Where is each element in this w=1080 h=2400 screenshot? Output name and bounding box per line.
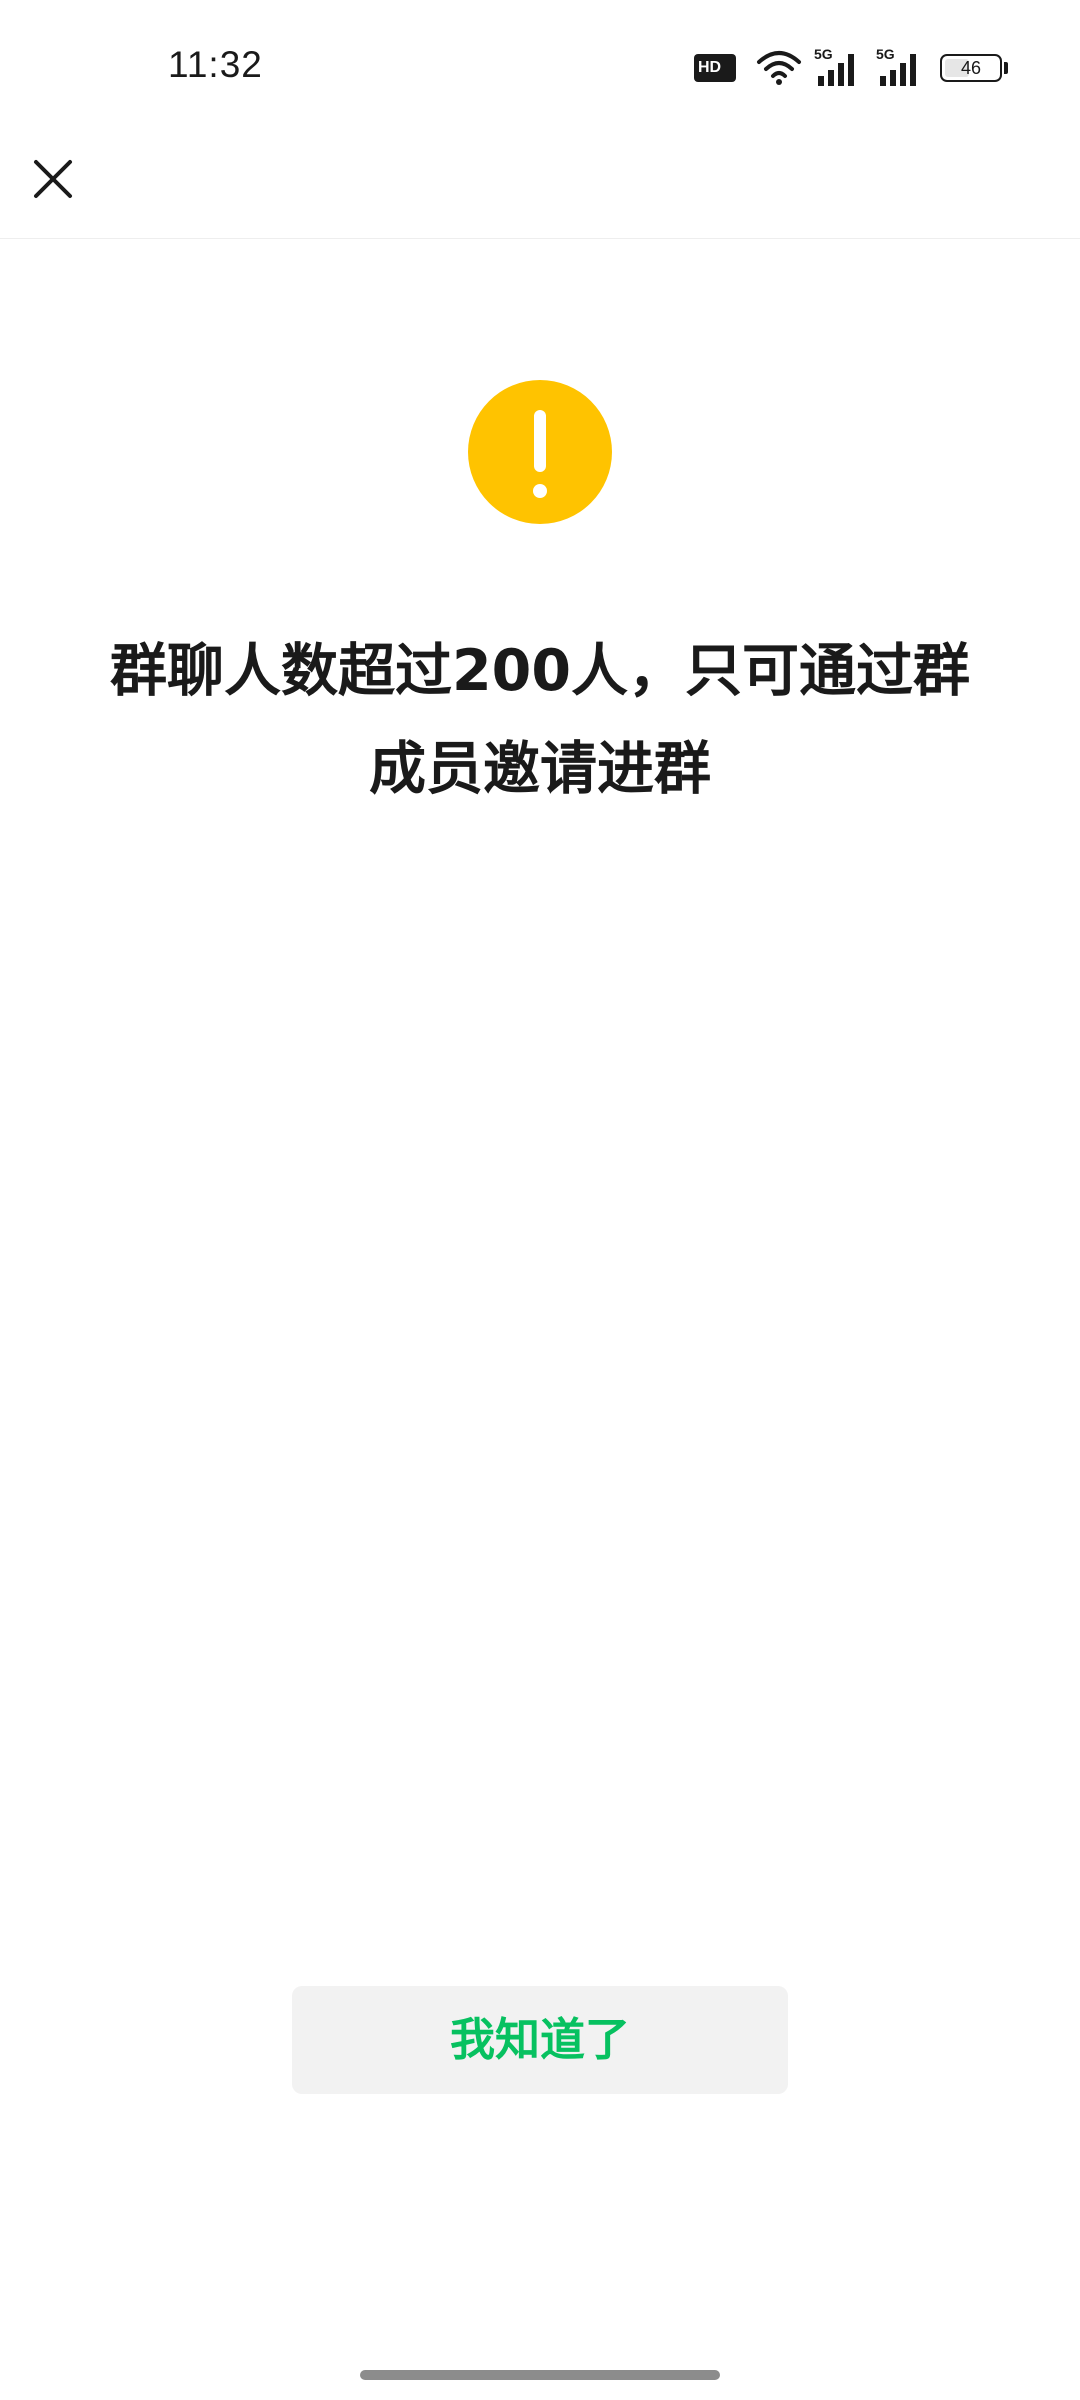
- screen: 11:32 HD 5G 5G 46 群聊人数超过200人，只可通过群成员邀请进群…: [0, 0, 1080, 2400]
- close-button[interactable]: [20, 146, 86, 212]
- status-icons: HD 5G 5G 46: [694, 46, 1014, 88]
- status-bar: 11:32 HD 5G 5G 46: [0, 0, 1080, 120]
- dialog-message: 群聊人数超过200人，只可通过群成员邀请进群: [110, 638, 970, 802]
- warning-icon-bar: [534, 410, 546, 472]
- signal-icon-1: 5G: [814, 46, 864, 88]
- warning-icon: [468, 380, 612, 524]
- signal-icon-2: 5G: [876, 46, 926, 88]
- battery-level-text: 46: [960, 58, 982, 78]
- confirm-button[interactable]: 我知道了: [292, 1986, 788, 2094]
- warning-icon-dot: [533, 484, 547, 498]
- wifi-icon: [757, 51, 801, 85]
- close-icon: [34, 160, 72, 198]
- battery-tip: [1004, 62, 1008, 74]
- nav-bar: [0, 120, 1080, 239]
- status-time: 11:32: [168, 44, 263, 85]
- home-indicator[interactable]: [360, 2370, 720, 2380]
- battery-icon: 46: [940, 54, 1002, 82]
- hd-icon: HD: [694, 54, 736, 82]
